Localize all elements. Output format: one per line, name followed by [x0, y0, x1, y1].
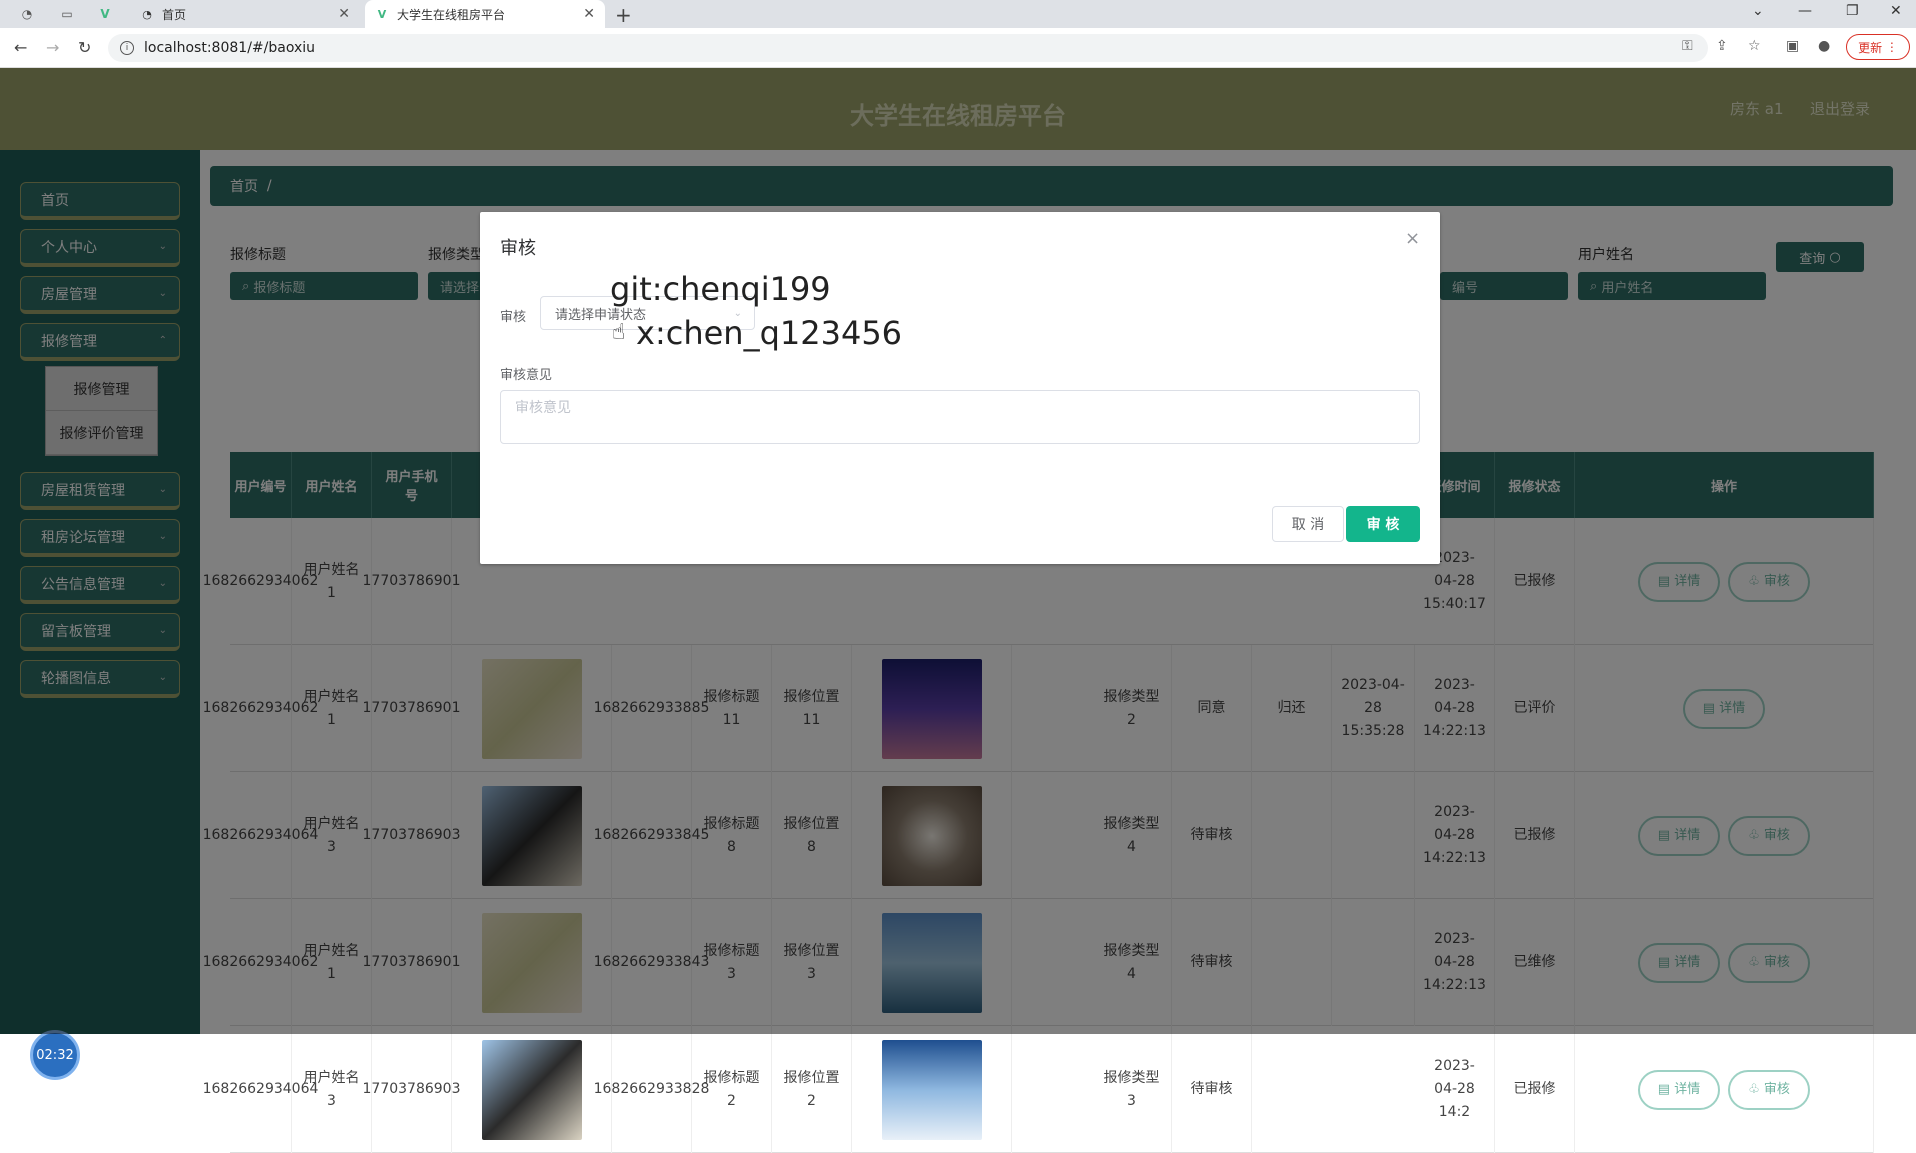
watermark-line1: git:chenqi199	[610, 270, 831, 308]
minimize-icon[interactable]: —	[1798, 3, 1812, 19]
close-icon[interactable]: ✕	[583, 6, 595, 22]
update-label: 更新	[1858, 40, 1883, 55]
cell-repair-photo	[852, 1026, 1012, 1153]
cell-user-photo	[452, 1026, 612, 1153]
hand-cursor-icon: ☝	[612, 320, 626, 345]
cell-user-no: 1682662934064	[203, 1026, 318, 1153]
detail-label: 详情	[1674, 1082, 1701, 1097]
browser-toolbar: ← → ↻ i localhost:8081/#/baoxiu ⚿ ⇪ ☆ ▣ …	[0, 28, 1916, 68]
globe-icon: ◔	[142, 7, 152, 21]
close-icon[interactable]: ✕	[338, 6, 350, 22]
recording-timer[interactable]: 02:32	[30, 1030, 80, 1080]
cell-audit-status: 待审核	[1172, 1026, 1252, 1153]
cell-user-phone: 17703786903	[363, 1026, 461, 1153]
new-tab-button[interactable]: +	[615, 3, 632, 27]
blank-tab-icon[interactable]: ▭	[58, 5, 76, 23]
cell-repair-title: 报修标题2	[692, 1026, 772, 1153]
cell-actions: ▤ 详情 ♧ 审核	[1575, 1026, 1874, 1153]
vue-tab-icon[interactable]: V	[96, 5, 114, 23]
audit-opinion-placeholder: 审核意见	[515, 400, 571, 416]
cancel-button[interactable]: 取 消	[1272, 506, 1344, 542]
address-bar[interactable]: i localhost:8081/#/baoxiu	[108, 34, 1708, 62]
tab-search-icon[interactable]: ⌄	[1752, 3, 1764, 19]
cell-user-name: 用户姓名3	[292, 1026, 372, 1153]
tab-platform-label: 大学生在线租房平台	[397, 7, 506, 22]
repair-photo-image	[881, 1039, 982, 1140]
detail-button[interactable]: ▤ 详情	[1638, 1069, 1720, 1110]
audit-status-label: 审核	[500, 310, 527, 325]
cell-repair-type: 报修类型3	[1092, 1026, 1172, 1153]
audit-label: 审核	[1763, 1082, 1790, 1097]
reload-icon[interactable]: ↻	[78, 38, 91, 57]
restore-icon[interactable]: ❐	[1846, 3, 1859, 19]
browser-tabbar: ◔ ▭ V ◔ 首页 ✕ V 大学生在线租房平台 ✕ + ⌄ — ❐ ✕	[0, 0, 1916, 28]
confirm-audit-button[interactable]: 审 核	[1346, 506, 1420, 542]
forward-icon[interactable]: →	[46, 38, 59, 57]
close-icon[interactable]: ×	[1405, 228, 1420, 249]
star-icon[interactable]: ☆	[1748, 38, 1761, 54]
update-button[interactable]: 更新 ⋮	[1846, 34, 1910, 60]
cell-repair-status: 已报修	[1495, 1026, 1575, 1153]
tab-platform[interactable]: V 大学生在线租房平台 ✕	[365, 0, 605, 28]
cell-repair-position: 报修位置2	[772, 1026, 852, 1153]
sidepanel-icon[interactable]: ▣	[1786, 38, 1799, 54]
back-icon[interactable]: ←	[14, 38, 27, 57]
user-photo-image	[481, 1039, 582, 1140]
audit-opinion-textarea[interactable]: 审核意见	[500, 390, 1420, 444]
dialog-title: 审核	[500, 238, 536, 259]
cell-repair-no: 1682662933828	[594, 1026, 709, 1153]
vue-icon: V	[377, 7, 387, 21]
share-icon[interactable]: ⇪	[1716, 38, 1728, 54]
key-icon[interactable]: ⚿	[1682, 38, 1693, 54]
watermark-line2: x:chen_q123456	[636, 314, 903, 352]
audit-button[interactable]: ♧ 审核	[1728, 1069, 1810, 1110]
audit-opinion-label: 审核意见	[500, 368, 553, 383]
tab-home-label: 首页	[162, 7, 187, 22]
browser-menu-icon[interactable]: ◔	[18, 5, 36, 23]
info-icon[interactable]: i	[120, 41, 134, 55]
table-row: 1682662934064 用户姓名3 17703786903 16826629…	[203, 1026, 1874, 1153]
profile-icon[interactable]: ●	[1818, 38, 1830, 54]
cell-repair-time: 2023-04-28 14:2	[1415, 1026, 1495, 1153]
tab-home[interactable]: ◔ 首页 ✕	[130, 0, 360, 28]
audit-dialog: 审核 × 审核 请选择申请状态 ⌄ 审核意见 审核意见 取 消 审 核	[480, 212, 1440, 564]
close-window-icon[interactable]: ✕	[1890, 3, 1902, 19]
url-text: localhost:8081/#/baoxiu	[144, 40, 316, 56]
